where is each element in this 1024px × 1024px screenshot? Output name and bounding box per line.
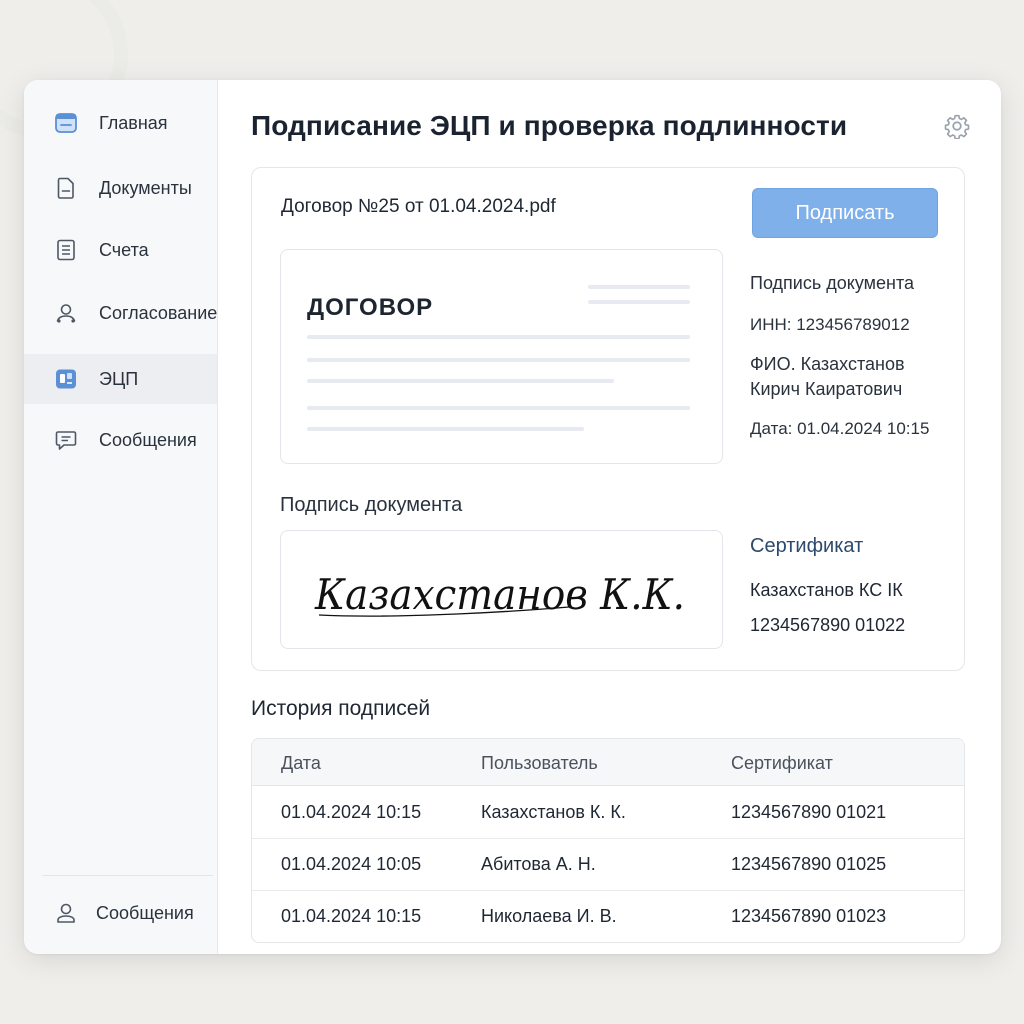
- settings-button[interactable]: [944, 113, 970, 140]
- preview-text-line: [307, 358, 690, 362]
- table-header: Дата Пользователь Сертификат: [252, 739, 964, 786]
- preview-title: ДОГОВОР: [307, 294, 434, 321]
- signature-meta-title: Подпись документа: [750, 273, 915, 293]
- page-title: Подписание ЭЦП и проверка подлинности: [251, 110, 848, 141]
- sidebar-item-label: ЭЦП: [99, 368, 139, 389]
- preview-text-line: [588, 300, 690, 304]
- fio-line-2: Кирич Каиратович: [750, 379, 903, 399]
- table-row[interactable]: 01.04.2024 10:15 Николаева И. В. 1234567…: [252, 890, 964, 942]
- history-title: История подписей: [251, 697, 431, 720]
- fio-line-1: ФИО. Казахстанов: [750, 354, 905, 374]
- invoice-icon: [54, 238, 78, 262]
- sidebar-item-eds[interactable]: ЭЦП: [24, 354, 217, 404]
- message-icon: [54, 428, 78, 452]
- certificate-number: 1234567890 01022: [750, 615, 906, 635]
- preview-text-line: [307, 335, 690, 339]
- gear-icon: [944, 114, 970, 140]
- cell-user: Казахстанов К. К.: [481, 802, 626, 822]
- sidebar-item-label: Главная: [99, 112, 168, 133]
- document-icon: [54, 176, 78, 200]
- sidebar-item-label: Документы: [99, 177, 192, 198]
- handwritten-signature: Казахстанов К.К.: [280, 530, 723, 649]
- document-card: Договор №25 от 01.04.2024.pdf Подписать …: [251, 167, 965, 671]
- preview-text-line: [307, 379, 614, 383]
- preview-text-line: [588, 285, 690, 289]
- approval-user-icon: [54, 301, 78, 325]
- certificate-owner: Казахстанов КС ІК: [750, 580, 903, 600]
- cell-certificate: 1234567890 01023: [731, 906, 887, 926]
- cell-user: Абитова А. Н.: [481, 854, 596, 874]
- cell-date: 01.04.2024 10:05: [281, 854, 422, 874]
- preview-text-line: [307, 427, 584, 431]
- sidebar-item-home[interactable]: Главная: [24, 98, 217, 148]
- cell-certificate: 1234567890 01025: [731, 854, 887, 874]
- sidebar-item-invoices[interactable]: Счета: [24, 225, 217, 275]
- cell-certificate: 1234567890 01021: [731, 802, 887, 822]
- sidebar-item-label: Согласование: [99, 302, 218, 323]
- preview-text-line: [307, 406, 690, 410]
- table-row[interactable]: 01.04.2024 10:15 Казахстанов К. К. 12345…: [252, 786, 964, 839]
- signature-history-table: Дата Пользователь Сертификат 01.04.2024 …: [251, 738, 965, 943]
- sidebar-item-approval[interactable]: Согласование: [24, 288, 217, 338]
- sidebar-divider: [42, 875, 213, 876]
- digital-signature-icon: [54, 367, 78, 391]
- table-row[interactable]: 01.04.2024 10:05 Абитова А. Н. 123456789…: [252, 838, 964, 891]
- home-window-icon: [54, 111, 78, 135]
- sign-button[interactable]: Подписать: [752, 188, 938, 238]
- column-header-user: Пользователь: [481, 753, 598, 773]
- signature-date: Дата: 01.04.2024 10:15: [750, 419, 930, 438]
- sidebar: Главная Документы Счета Согласование ЭЦП: [24, 80, 218, 954]
- sidebar-item-label: Сообщения: [99, 429, 197, 450]
- column-header-date: Дата: [281, 753, 321, 773]
- app-window: Главная Документы Счета Согласование ЭЦП: [24, 80, 1001, 954]
- sidebar-item-messages[interactable]: Сообщения: [24, 415, 217, 465]
- sidebar-bottom-label: Сообщения: [96, 902, 194, 923]
- user-icon: [54, 901, 78, 925]
- certificate-title: Сертификат: [750, 535, 864, 557]
- inn-value: ИНН: 123456789012: [750, 315, 910, 334]
- cell-date: 01.04.2024 10:15: [281, 802, 422, 822]
- main-content: Подписание ЭЦП и проверка подлинности До…: [218, 80, 1001, 954]
- document-file-name[interactable]: Договор №25 от 01.04.2024.pdf: [281, 196, 556, 218]
- cell-user: Николаева И. В.: [481, 906, 617, 926]
- sidebar-bottom-messages[interactable]: Сообщения: [24, 888, 217, 938]
- sidebar-item-documents[interactable]: Документы: [24, 163, 217, 213]
- signature-section-label: Подпись документа: [280, 494, 463, 516]
- cell-date: 01.04.2024 10:15: [281, 906, 422, 926]
- document-preview[interactable]: ДОГОВОР: [280, 249, 723, 464]
- column-header-certificate: Сертификат: [731, 753, 833, 773]
- sidebar-item-label: Счета: [99, 239, 149, 260]
